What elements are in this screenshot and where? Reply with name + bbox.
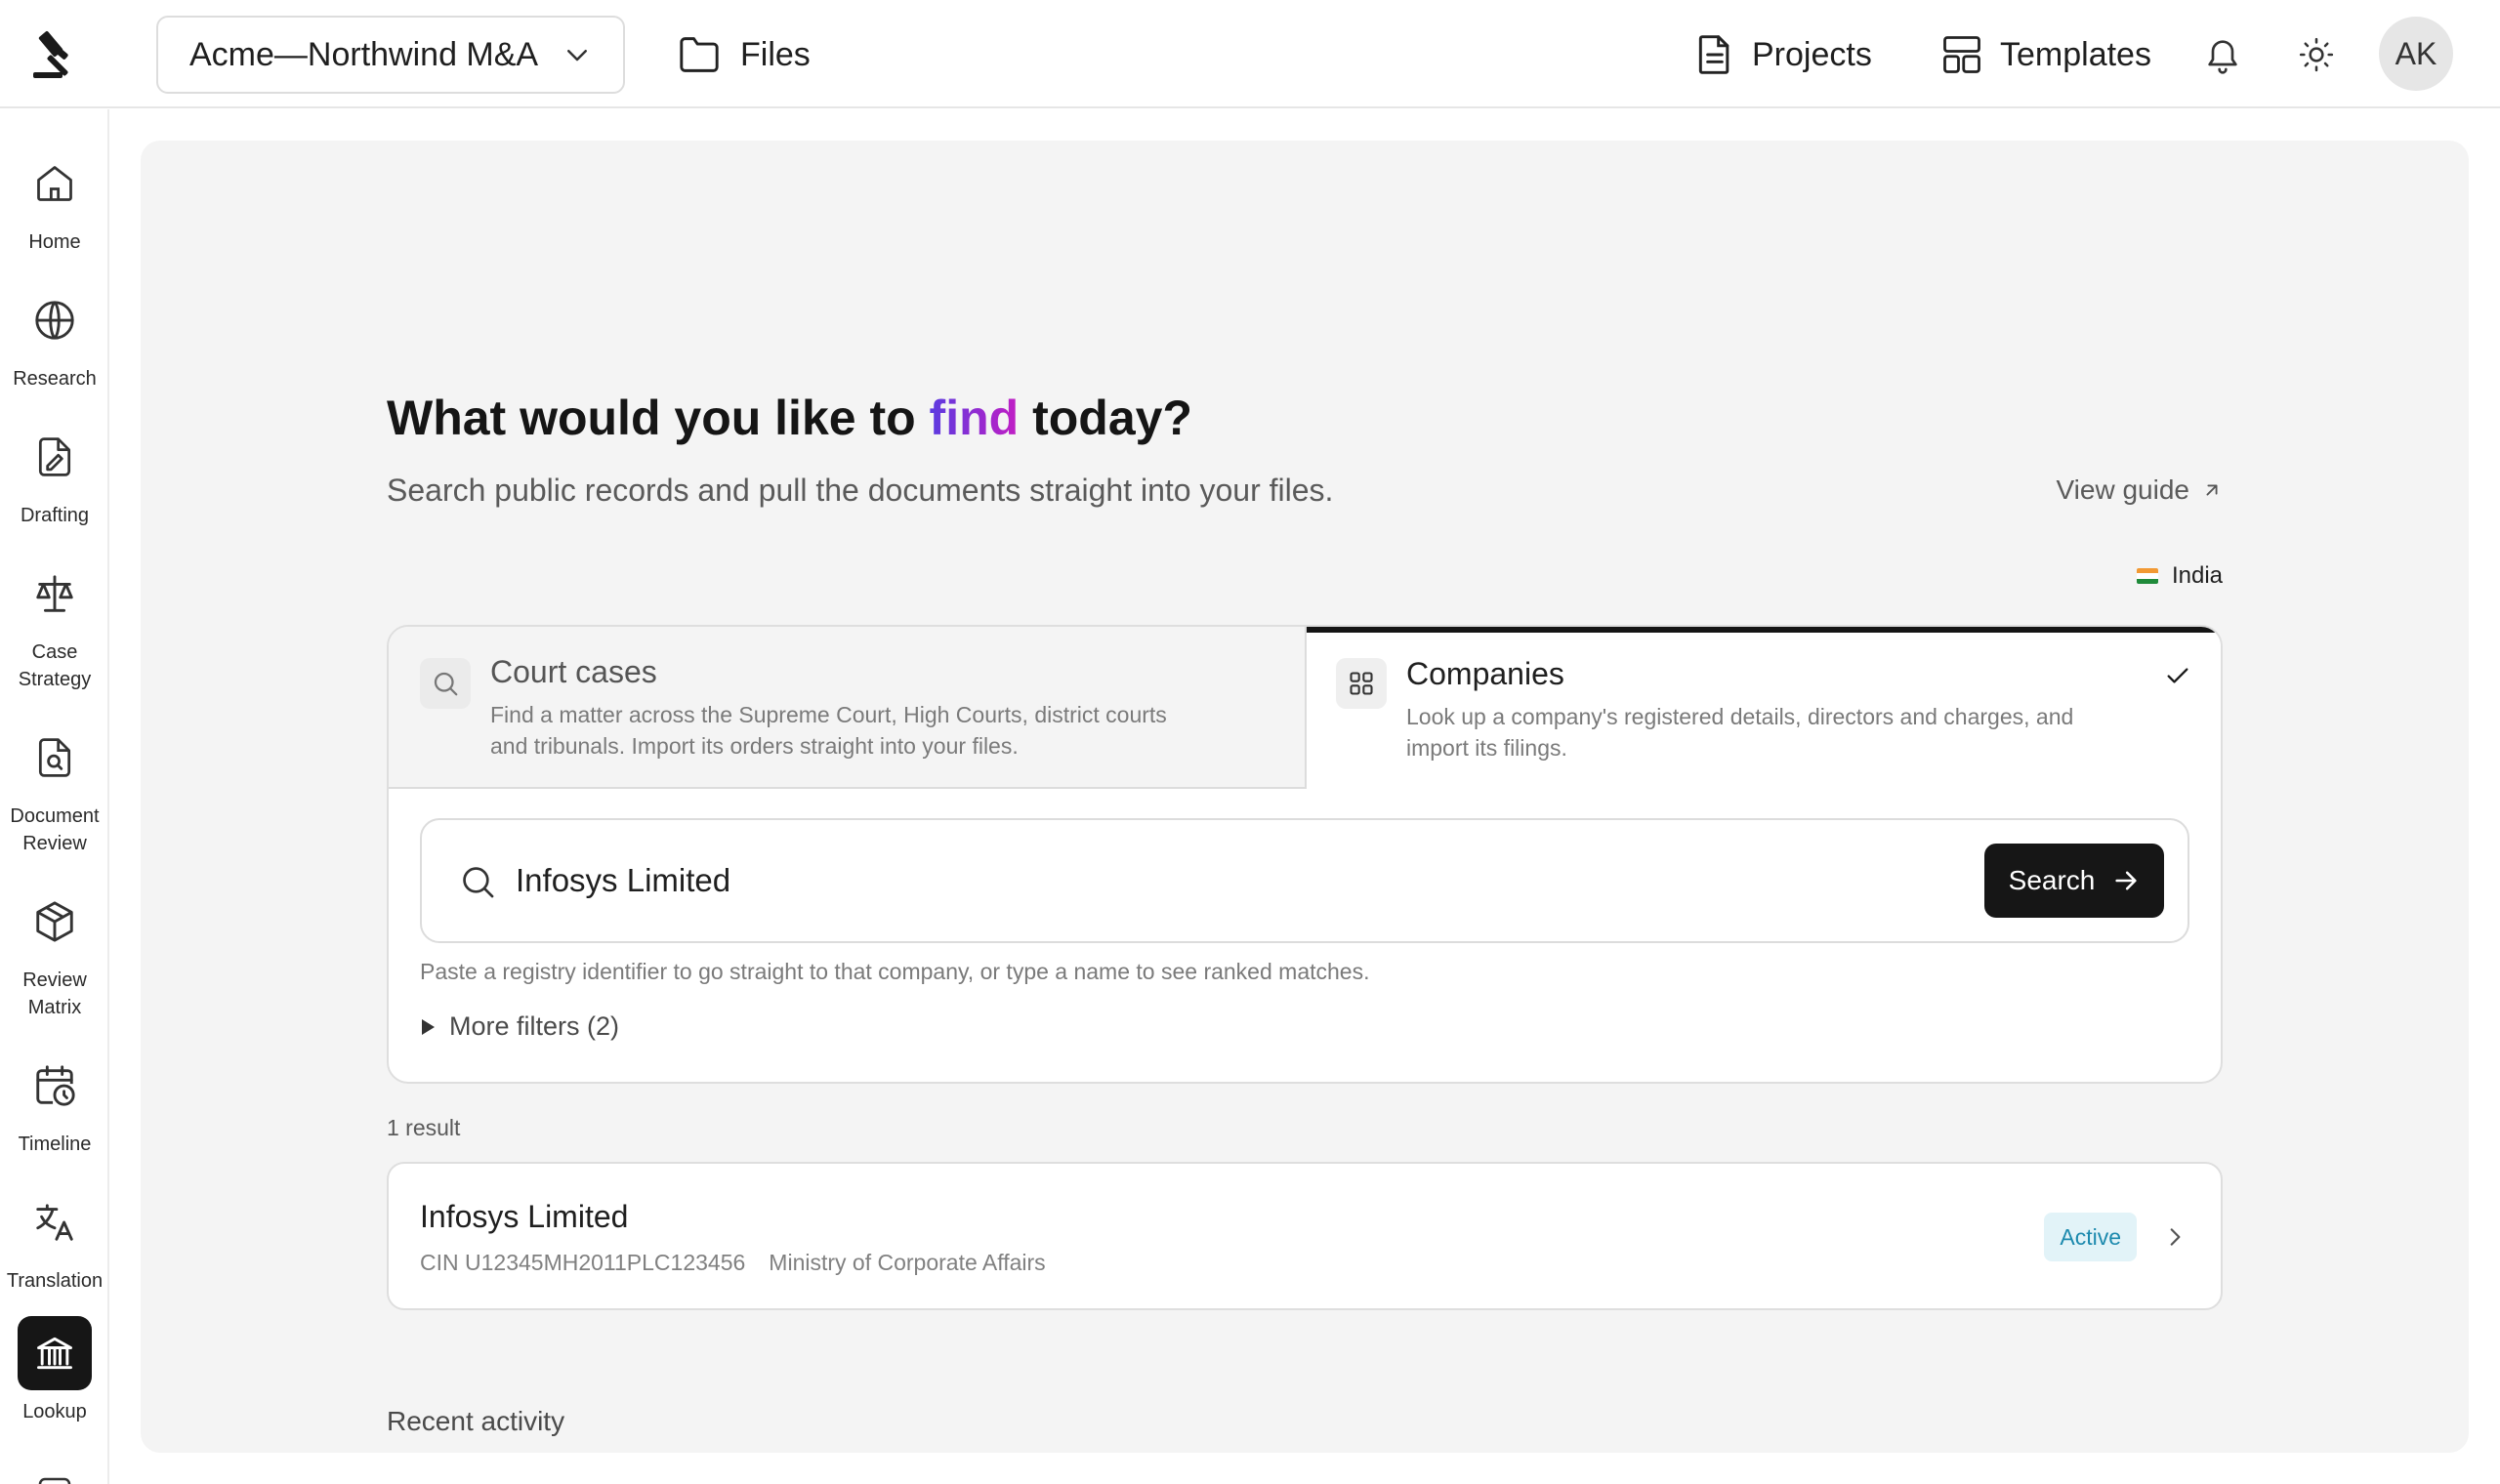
result-row[interactable]: Infosys Limited CIN U12345MH2011PLC12345…	[387, 1162, 2223, 1310]
country-label: India	[2171, 562, 2223, 589]
tab-title: Companies	[1406, 656, 1564, 691]
workspace-name: Acme—Northwind M&A	[189, 35, 539, 73]
layout-template-icon	[1943, 36, 1980, 73]
search-icon	[459, 863, 496, 900]
avatar-initials: AK	[2395, 35, 2438, 71]
calendar-clock-icon	[18, 1049, 92, 1123]
sidebar-item-review-matrix[interactable]: Review Matrix	[0, 885, 109, 1021]
document-icon	[1698, 35, 1729, 74]
globe-icon	[18, 283, 92, 357]
company-name: Infosys Limited	[420, 1199, 629, 1234]
home-icon	[18, 146, 92, 221]
more-filters-toggle[interactable]: More filters (2)	[420, 1011, 619, 1042]
sidebar-item-research[interactable]: Research	[0, 283, 109, 392]
gavel-logo-icon	[33, 30, 68, 78]
document-pen-icon	[18, 420, 92, 494]
company-search-box: Search	[420, 818, 2189, 943]
projects-link[interactable]: Projects	[1695, 27, 1872, 82]
arrow-right-icon	[2115, 871, 2137, 890]
tab-description-line: and tribunals. Import its orders straigh…	[490, 733, 1019, 759]
tab-title: Court cases	[490, 654, 657, 689]
files-label: Files	[740, 35, 811, 73]
main-panel: What would you like to find today? Searc…	[141, 141, 2469, 1453]
arrow-up-right-icon	[2206, 484, 2218, 496]
sidebar-item-document-review[interactable]: Document Review	[0, 721, 109, 857]
sidebar-item-label: Document Review	[10, 805, 100, 854]
files-link[interactable]: Files	[678, 27, 811, 82]
projects-label: Projects	[1752, 35, 1872, 73]
check-icon	[2164, 662, 2191, 689]
sun-icon	[2299, 37, 2334, 72]
sidebar: Home Research Drafting Case Strategy Doc…	[0, 109, 109, 1484]
sidebar-item-label: Home	[28, 231, 81, 253]
title-part: What would you like to	[387, 391, 930, 445]
country-selector[interactable]: India	[2136, 562, 2223, 590]
company-meta: CIN U12345MH2011PLC123456 Ministry of Co…	[420, 1250, 1046, 1276]
bell-icon	[2208, 40, 2237, 74]
title-accent: find	[929, 391, 1020, 445]
result-count: 1 result	[387, 1115, 461, 1140]
translate-icon	[18, 1185, 92, 1259]
sidebar-item-home[interactable]: Home	[0, 146, 109, 256]
title-part: today?	[1019, 391, 1192, 445]
search-button-label: Search	[2008, 865, 2096, 895]
tab-description-line: import its filings.	[1406, 735, 1567, 761]
lookup-card: Court cases Find a matter across the Sup…	[387, 625, 2223, 1084]
top-bar: Acme—Northwind M&A Files Projects Templa…	[0, 0, 2500, 108]
india-flag-icon	[2136, 568, 2158, 584]
folder-icon	[680, 37, 719, 72]
sidebar-item-translation[interactable]: Translation	[0, 1185, 109, 1295]
company-search-input[interactable]	[516, 820, 1883, 941]
tab-description-line: Look up a company's registered details, …	[1406, 704, 2074, 729]
tab-description: Find a matter across the Supreme Court, …	[490, 699, 1167, 762]
recent-activity-heading: Recent activity	[387, 1406, 565, 1436]
search-icon	[420, 658, 471, 709]
templates-link[interactable]: Templates	[1941, 27, 2151, 82]
chevron-down-icon	[567, 50, 587, 62]
tab-court-cases[interactable]: Court cases Find a matter across the Sup…	[389, 627, 1307, 789]
more-filters-label: More filters (2)	[449, 1011, 620, 1041]
sidebar-item-label: Case Strategy	[18, 641, 92, 690]
status-badge: Active	[2044, 1213, 2137, 1261]
sidebar-item-more[interactable]	[0, 1457, 109, 1484]
sidebar-item-label: Translation	[6, 1270, 104, 1292]
view-guide-link[interactable]: View guide	[2057, 474, 2223, 506]
cube-icon	[18, 885, 92, 959]
templates-label: Templates	[2000, 35, 2151, 73]
bank-icon	[18, 1316, 92, 1390]
caret-right-icon	[422, 1018, 435, 1035]
chevron-right-icon	[2162, 1224, 2188, 1250]
search-hint: Paste a registry identifier to go straig…	[420, 959, 1370, 984]
tab-description-line: Find a matter across the Supreme Court, …	[490, 702, 1167, 727]
app-logo[interactable]	[0, 0, 109, 108]
tab-description: Look up a company's registered details, …	[1406, 701, 2073, 763]
document-search-icon	[18, 721, 92, 795]
sidebar-item-drafting[interactable]: Drafting	[0, 420, 109, 529]
page-title: What would you like to find today?	[387, 390, 1192, 446]
scales-icon	[18, 556, 92, 631]
sidebar-item-label: Lookup	[22, 1401, 87, 1422]
sidebar-item-label: Timeline	[18, 1134, 92, 1155]
grid-icon	[1336, 658, 1387, 709]
theme-toggle-button[interactable]	[2291, 29, 2342, 80]
view-guide-label: View guide	[2056, 474, 2189, 505]
search-button[interactable]: Search	[1984, 844, 2164, 918]
sidebar-item-lookup[interactable]: Lookup	[0, 1316, 109, 1425]
sidebar-item-case-strategy[interactable]: Case Strategy	[0, 556, 109, 693]
sidebar-item-timeline[interactable]: Timeline	[0, 1049, 109, 1158]
sidebar-item-label: Drafting	[20, 505, 90, 526]
workspace-selector[interactable]: Acme—Northwind M&A	[156, 16, 625, 94]
page-subtitle: Search public records and pull the docum…	[387, 473, 1334, 508]
company-registry: Ministry of Corporate Affairs	[769, 1250, 1046, 1275]
tab-companies[interactable]: Companies Look up a company's registered…	[1307, 627, 2221, 789]
grid-icon	[18, 1457, 92, 1484]
company-cin: CIN U12345MH2011PLC123456	[420, 1250, 746, 1275]
user-avatar[interactable]: AK	[2379, 17, 2453, 91]
sidebar-item-label: Review Matrix	[22, 969, 87, 1018]
sidebar-item-label: Research	[13, 368, 97, 390]
notifications-button[interactable]	[2197, 29, 2248, 80]
